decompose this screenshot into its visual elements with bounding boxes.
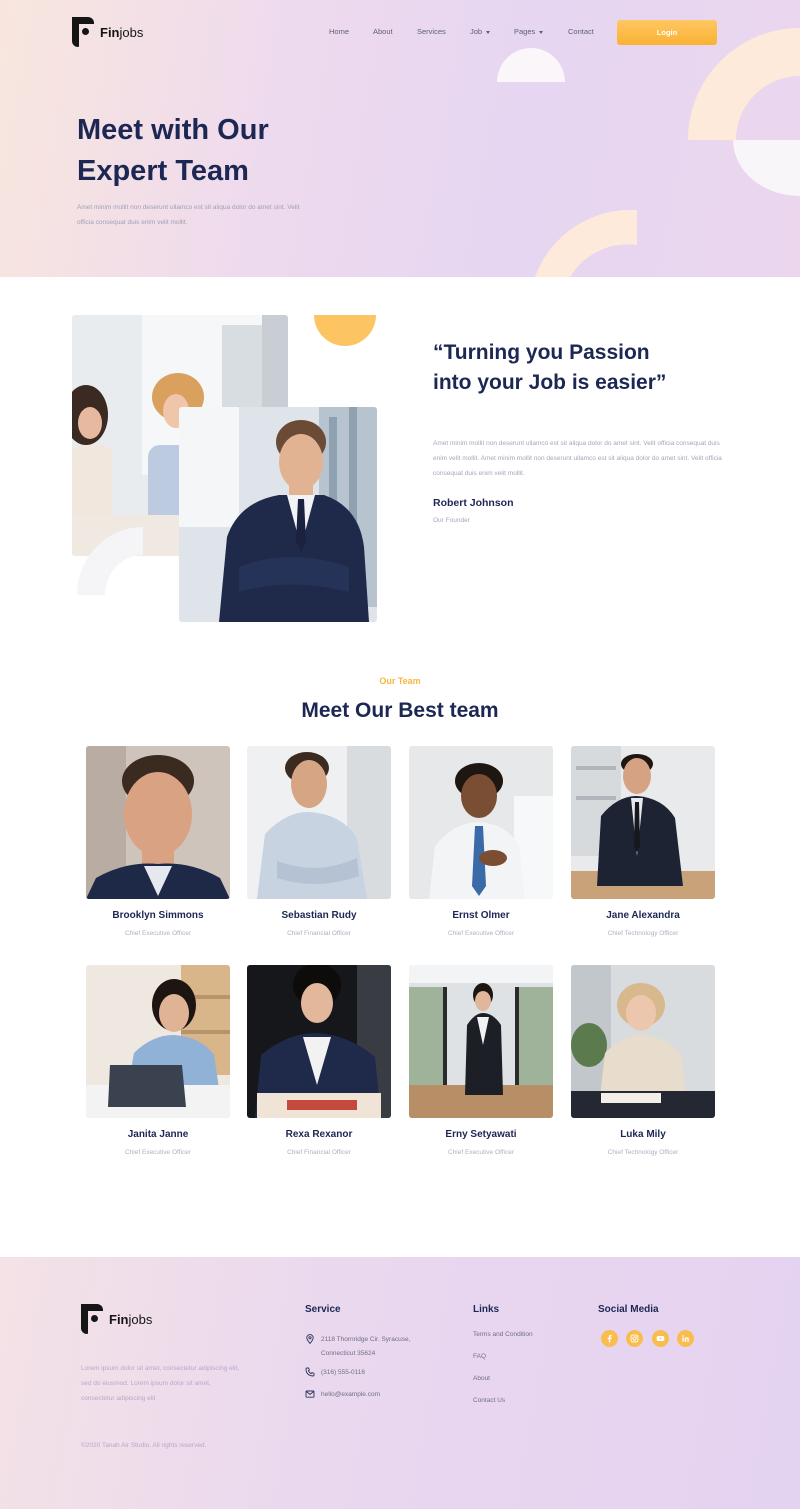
team-eyebrow: Our Team xyxy=(379,676,421,686)
member-role: Chief Financial Officer xyxy=(287,930,351,937)
member-name: Sebastian Rudy xyxy=(281,910,357,921)
links-heading: Links xyxy=(473,1304,500,1315)
member-name: Jane Alexandra xyxy=(606,910,680,921)
footer: Finjobs Lorem ipsum dolor sit amet, cons… xyxy=(0,1257,800,1509)
address-row: 2118 Thornridge Cir. Syracuse, Connectic… xyxy=(305,1333,431,1361)
team-card[interactable]: Janita Janne Chief Executive Officer xyxy=(86,965,230,1156)
address-text: 2118 Thornridge Cir. Syracuse, Connectic… xyxy=(321,1336,411,1357)
team-card[interactable]: Brooklyn Simmons Chief Executive Officer xyxy=(86,746,230,937)
decor-quarter-white xyxy=(733,140,800,196)
founder-description: Amet minim mollit non deserunt ullamco e… xyxy=(433,440,722,477)
nav-about[interactable]: About xyxy=(373,27,393,36)
member-name: Luka Mily xyxy=(620,1129,666,1140)
member-photo xyxy=(247,746,391,899)
link-about[interactable]: About xyxy=(473,1375,490,1382)
chevron-down-icon xyxy=(539,30,544,34)
nav-pages[interactable]: Pages xyxy=(514,27,544,36)
logo-mark-icon xyxy=(81,1304,103,1334)
login-button[interactable]: Login xyxy=(617,20,717,45)
mail-icon xyxy=(305,1390,315,1398)
phone-row[interactable]: (316) 555-0116 xyxy=(305,1366,365,1380)
member-role: Chief Executive Officer xyxy=(448,930,514,937)
team-card[interactable]: Rexa Rexanor Chief Financial Officer xyxy=(247,965,391,1156)
hero-description: Amet minim mollit non deserunt ullamco e… xyxy=(77,204,300,226)
member-name: Erny Setyawati xyxy=(445,1129,517,1140)
facebook-icon[interactable] xyxy=(601,1330,618,1347)
member-role: Chief Technology Officer xyxy=(607,1149,679,1156)
member-name: Rexa Rexanor xyxy=(285,1129,353,1140)
founder-quote: “Turning you Passion into your Job is ea… xyxy=(433,341,667,394)
link-contact-us[interactable]: Contact Us xyxy=(473,1397,505,1404)
member-name: Ernst Olmer xyxy=(452,910,510,921)
decor-half-circle-top xyxy=(497,48,565,82)
decor-white-arc xyxy=(77,527,143,595)
nav-services[interactable]: Services xyxy=(417,27,446,36)
linkedin-icon[interactable] xyxy=(677,1330,694,1347)
link-terms[interactable]: Terms and Condition xyxy=(473,1331,533,1338)
service-heading: Service xyxy=(305,1304,341,1315)
social-heading: Social Media xyxy=(598,1304,659,1315)
decor-arc-bottom xyxy=(535,210,637,277)
team-card[interactable]: Sebastian Rudy Chief Financial Officer xyxy=(247,746,391,937)
nav-contact[interactable]: Contact xyxy=(568,27,594,36)
team-card[interactable]: Ernst Olmer Chief Executive Officer xyxy=(409,746,553,937)
logo[interactable]: Finjobs xyxy=(72,17,143,47)
decor-yellow-half-circle xyxy=(314,315,376,346)
nav-job[interactable]: Job xyxy=(470,27,491,36)
member-photo xyxy=(86,746,230,899)
member-photo xyxy=(571,965,715,1118)
hero-section: Finjobs Home About Services Job Pages Co… xyxy=(0,0,800,277)
team-card[interactable]: Jane Alexandra Chief Technology Officer xyxy=(571,746,715,937)
founder-role: Our Founder xyxy=(433,517,470,524)
footer-logo[interactable]: Finjobs xyxy=(81,1304,152,1334)
footer-description: Lorem ipsum dolor sit amet, consectetur … xyxy=(81,1365,240,1402)
team-card[interactable]: Luka Mily Chief Technology Officer xyxy=(571,965,715,1156)
logo-text: Finjobs xyxy=(100,24,144,40)
team-card[interactable]: Erny Setyawati Chief Executive Officer xyxy=(409,965,553,1156)
member-name: Janita Janne xyxy=(127,1129,189,1140)
member-name: Brooklyn Simmons xyxy=(112,910,204,921)
youtube-icon[interactable] xyxy=(652,1330,669,1347)
member-photo xyxy=(409,746,553,899)
member-role: Chief Executive Officer xyxy=(448,1149,514,1156)
logo-text: Finjobs xyxy=(109,1311,153,1327)
member-photo xyxy=(571,746,715,899)
email-text: hello@example.com xyxy=(321,1391,380,1398)
logo-mark-icon xyxy=(72,17,94,47)
email-row[interactable]: hello@example.com xyxy=(305,1388,380,1402)
hero-title: Meet with Our Expert Team xyxy=(77,114,269,187)
founder-name: Robert Johnson xyxy=(433,497,514,509)
chevron-down-icon xyxy=(486,30,491,34)
member-photo xyxy=(247,965,391,1118)
member-photo xyxy=(86,965,230,1118)
team-title: Meet Our Best team xyxy=(301,699,499,722)
member-role: Chief Technology Officer xyxy=(607,930,679,937)
instagram-icon[interactable] xyxy=(626,1330,643,1347)
member-role: Chief Financial Officer xyxy=(287,1149,351,1156)
member-photo xyxy=(409,965,553,1118)
copyright: ©2020 Tanah Air Studio. All rights reser… xyxy=(81,1442,207,1449)
member-role: Chief Executive Officer xyxy=(125,1149,191,1156)
link-faq[interactable]: FAQ xyxy=(473,1353,486,1360)
nav-home[interactable]: Home xyxy=(329,27,349,36)
founder-photo xyxy=(179,407,377,622)
phone-icon xyxy=(305,1367,315,1377)
phone-text: (316) 555-0116 xyxy=(321,1369,365,1376)
member-role: Chief Executive Officer xyxy=(125,930,191,937)
location-pin-icon xyxy=(306,1334,314,1344)
